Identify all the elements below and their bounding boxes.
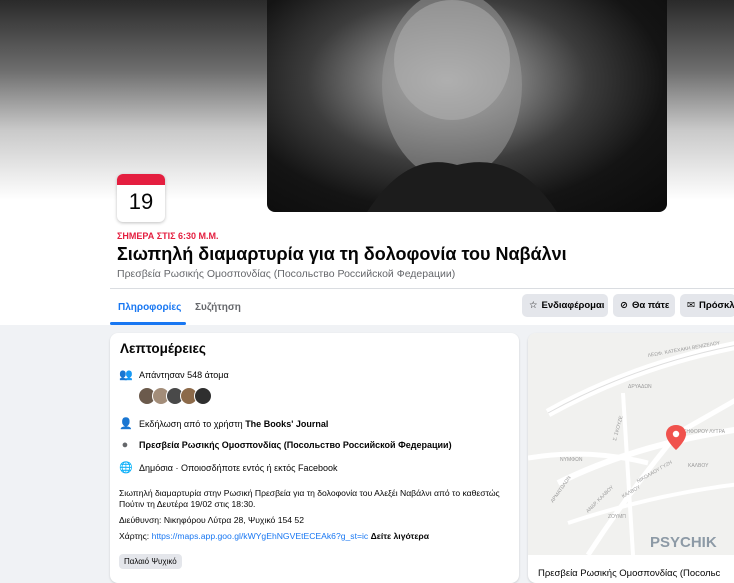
event-address: Διεύθυνση: Νικηφόρου Λύτρα 28, Ψυχικό 15… bbox=[119, 515, 304, 525]
event-description: Σιωπηλή διαμαρτυρία στην Ρωσική Πρεσβεία… bbox=[119, 488, 500, 509]
tab-discussion[interactable]: Συζήτηση bbox=[195, 302, 241, 313]
map-view[interactable]: ΛΕΩΦ. ΚΑΤΕΧΑΚΗ ΒΕΝΙΖΕΛΟΥ ΔΡΥΑΔΩΝ Σ. ΣΚΟΥ… bbox=[528, 333, 734, 555]
privacy-text: Δημόσια · Οποιοσδήποτε εντός ή εκτός Fac… bbox=[139, 462, 338, 473]
map-link-row: Χάρτης: https://maps.app.goo.gl/kWYgEhNG… bbox=[119, 531, 429, 541]
tab-info[interactable]: Πληροφορίες bbox=[118, 302, 181, 313]
map-street-label: ΝΥΜΦΩΝ bbox=[560, 457, 583, 463]
interested-button[interactable]: ☆ Ενδιαφέρομαι bbox=[522, 294, 608, 317]
map-card: ΛΕΩΦ. ΚΑΤΕΧΑΚΗ ΒΕΝΙΖΕΛΟΥ ΔΡΥΑΔΩΝ Σ. ΣΚΟΥ… bbox=[528, 333, 734, 583]
host-row: 👤 Εκδήλωση από το χρήστη The Books' Jour… bbox=[119, 417, 328, 430]
map-street-label: ΔΡΥΑΔΩΝ bbox=[628, 384, 652, 390]
envelope-icon: ✉ bbox=[687, 300, 695, 311]
globe-icon: 🌐 bbox=[119, 462, 133, 474]
portrait-image bbox=[367, 0, 557, 212]
map-street-label: ΚΑΛΒΟΥ bbox=[688, 463, 709, 469]
event-date-badge: 19 bbox=[117, 174, 165, 222]
map-street-label: ΖΟΥΜΠ bbox=[608, 514, 626, 520]
event-organizer[interactable]: Πρεσβεία Ρωσικής Ομοσπονδίας (Посольство… bbox=[117, 268, 455, 280]
invite-button[interactable]: ✉ Πρόσκλ bbox=[680, 294, 734, 317]
venue-name[interactable]: Πρεσβεία Ρωσικής Ομοσπονδίας (Посольство… bbox=[139, 440, 452, 450]
avatar-group[interactable] bbox=[138, 387, 212, 405]
venue-row[interactable]: ● Πρεσβεία Ρωσικής Ομοσπονδίας (Посольст… bbox=[119, 439, 452, 451]
date-badge-top bbox=[117, 174, 165, 185]
event-title: Σιωπηλή διαμαρτυρία για τη δολοφονία του… bbox=[117, 244, 567, 264]
map-area-label: PSYCHIK bbox=[650, 534, 717, 551]
date-day: 19 bbox=[128, 189, 154, 214]
privacy-row: 🌐 Δημόσια · Οποιοσδήποτε εντός ή εκτός F… bbox=[119, 461, 338, 474]
details-card: Λεπτομέρειες 👥 Απάντησαν 548 άτομα 👤 Εκδ… bbox=[110, 333, 519, 583]
responded-row[interactable]: 👥 Απάντησαν 548 άτομα bbox=[119, 368, 229, 381]
star-icon: ☆ bbox=[529, 300, 538, 311]
map-link[interactable]: https://maps.app.goo.gl/kWYgEhNGVEtECEAk… bbox=[152, 531, 369, 541]
location-tag[interactable]: Παλαιό Ψυχικό bbox=[119, 554, 182, 569]
check-circle-icon: ⊘ bbox=[620, 300, 628, 311]
location-pin-icon: ● bbox=[121, 439, 129, 451]
going-label: Θα πάτε bbox=[631, 300, 670, 311]
people-icon: 👥 bbox=[119, 369, 133, 381]
going-button[interactable]: ⊘ Θα πάτε bbox=[613, 294, 675, 317]
details-heading: Λεπτομέρειες bbox=[120, 341, 206, 356]
map-link-prefix: Χάρτης: bbox=[119, 531, 152, 541]
invite-label: Πρόσκλ bbox=[698, 300, 734, 311]
event-header: 19 ΣΗΜΕΡΑ ΣΤΙΣ 6:30 Μ.Μ. Σιωπηλή διαμαρτ… bbox=[0, 0, 734, 325]
user-icon: 👤 bbox=[119, 418, 133, 430]
avatar[interactable] bbox=[194, 387, 212, 405]
responded-count: Απάντησαν 548 άτομα bbox=[139, 369, 229, 380]
see-less-link[interactable]: Δείτε λιγότερα bbox=[371, 531, 429, 541]
interested-label: Ενδιαφέρομαι bbox=[541, 300, 605, 311]
event-time: ΣΗΜΕΡΑ ΣΤΙΣ 6:30 Μ.Μ. bbox=[117, 231, 219, 241]
active-tab-indicator bbox=[110, 322, 186, 325]
map-caption[interactable]: Πρεσβεία Ρωσικής Ομοσπονδίας (Посольс bbox=[538, 568, 720, 579]
host-name[interactable]: The Books' Journal bbox=[245, 419, 328, 429]
host-prefix: Εκδήλωση από το χρήστη bbox=[139, 418, 246, 429]
cover-photo[interactable] bbox=[267, 0, 667, 212]
header-divider bbox=[110, 288, 734, 289]
